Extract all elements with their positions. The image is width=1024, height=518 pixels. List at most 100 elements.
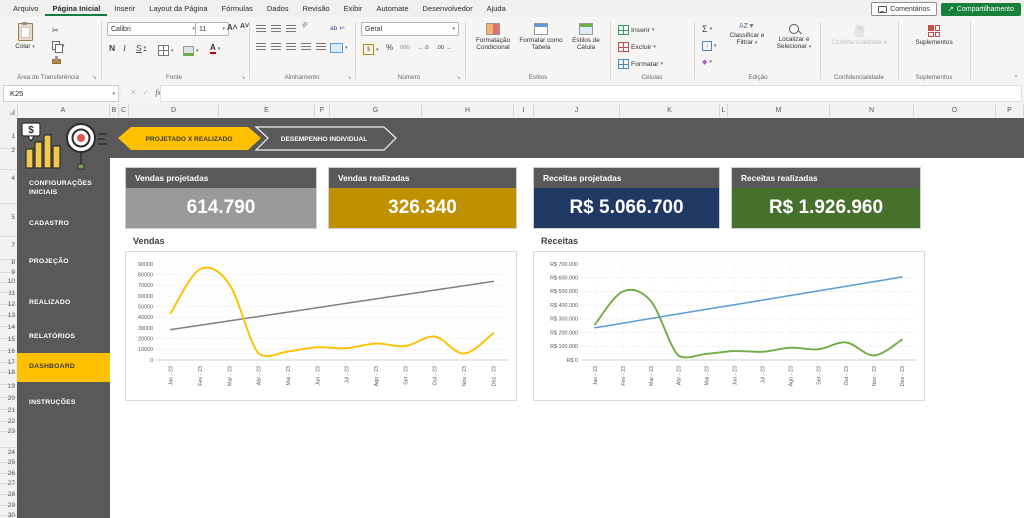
- menu-tab-revisão[interactable]: Revisão: [296, 2, 337, 16]
- menu-tab-página-inicial[interactable]: Página Inicial: [45, 2, 107, 16]
- row-header-10[interactable]: 10: [0, 278, 15, 285]
- row-header-11[interactable]: 11: [0, 290, 15, 297]
- menu-tab-exibir[interactable]: Exibir: [337, 2, 370, 16]
- sidebar-item-cadastro[interactable]: CADASTRO: [17, 217, 110, 231]
- row-header-8[interactable]: 8: [0, 259, 15, 266]
- cancel-formula-button[interactable]: ✕: [130, 88, 137, 97]
- font-name-select[interactable]: Calibri▾: [107, 22, 199, 36]
- column-header-D[interactable]: D: [129, 104, 219, 117]
- select-all-corner[interactable]: [0, 104, 18, 117]
- row-header-15[interactable]: 15: [0, 336, 15, 343]
- column-header-E[interactable]: E: [219, 104, 315, 117]
- addins-button[interactable]: Suplementos: [906, 25, 962, 46]
- conditional-formatting-button[interactable]: Formatação Condicional: [470, 23, 516, 52]
- comma-style-button[interactable]: 000: [400, 45, 410, 51]
- row-header-1[interactable]: 1: [0, 133, 15, 140]
- row-header-22[interactable]: 22: [0, 418, 15, 425]
- comments-button[interactable]: Comentários: [871, 2, 937, 16]
- increase-decimal-button[interactable]: ←.0: [418, 45, 429, 51]
- row-header-23[interactable]: 23: [0, 428, 15, 435]
- row-header-13[interactable]: 13: [0, 312, 15, 319]
- accounting-format-button[interactable]: $▾: [363, 44, 379, 55]
- number-dialog-launcher[interactable]: ↘: [456, 75, 461, 81]
- row-header-24[interactable]: 24: [0, 449, 15, 456]
- row-header-25[interactable]: 25: [0, 459, 15, 466]
- align-top-button[interactable]: [256, 25, 266, 32]
- row-header-12[interactable]: 12: [0, 301, 15, 308]
- cut-button[interactable]: ✂: [52, 26, 59, 35]
- copy-button[interactable]: ▾: [52, 41, 65, 50]
- increase-indent-button[interactable]: [316, 43, 326, 50]
- name-box[interactable]: K25▾: [3, 85, 119, 102]
- column-header-J[interactable]: J: [534, 104, 620, 117]
- sidebar-item-dashboard[interactable]: DASHBOARD: [17, 353, 110, 382]
- column-header-P[interactable]: P: [996, 104, 1024, 117]
- menu-tab-inserir[interactable]: Inserir: [107, 2, 142, 16]
- fill-button[interactable]: ↓▾: [702, 41, 717, 51]
- font-dialog-launcher[interactable]: ↘: [241, 75, 246, 81]
- row-header-2[interactable]: 2: [0, 147, 15, 154]
- align-bottom-button[interactable]: [286, 25, 296, 32]
- borders-button[interactable]: ▾: [158, 45, 174, 56]
- row-header-29[interactable]: 29: [0, 502, 15, 509]
- column-header-C[interactable]: C: [119, 104, 129, 117]
- menu-tab-dados[interactable]: Dados: [260, 2, 296, 16]
- number-format-select[interactable]: Geral▾: [361, 22, 459, 36]
- row-header-7[interactable]: 7: [0, 242, 15, 249]
- row-header-26[interactable]: 26: [0, 470, 15, 477]
- menu-tab-layout-da-página[interactable]: Layout da Página: [142, 2, 214, 16]
- clear-button[interactable]: ◆▾: [702, 58, 712, 66]
- row-header-20[interactable]: 20: [0, 395, 15, 402]
- align-middle-button[interactable]: [271, 25, 281, 32]
- column-header-H[interactable]: H: [422, 104, 514, 117]
- share-button[interactable]: ↗ Compartilhamento: [941, 3, 1021, 16]
- row-header-18[interactable]: 18: [0, 369, 15, 376]
- row-header-16[interactable]: 16: [0, 348, 15, 355]
- column-header-F[interactable]: F: [315, 104, 330, 117]
- row-header-27[interactable]: 27: [0, 480, 15, 487]
- wrap-text-button[interactable]: ab↩: [330, 24, 345, 32]
- find-select-button[interactable]: Localizar e Selecionar ▾: [772, 24, 816, 51]
- align-center-button[interactable]: [271, 43, 281, 50]
- orientation-button[interactable]: ab: [301, 21, 310, 30]
- align-left-button[interactable]: [256, 43, 266, 50]
- menu-tab-desenvolvedor[interactable]: Desenvolvedor: [416, 2, 480, 16]
- sidebar-item-instruções[interactable]: INSTRUÇÕES: [17, 396, 110, 410]
- menu-tab-arquivo[interactable]: Arquivo: [6, 2, 45, 16]
- row-header-19[interactable]: 19: [0, 383, 15, 390]
- paste-button[interactable]: Colar ▾: [8, 23, 42, 51]
- row-header-28[interactable]: 28: [0, 491, 15, 498]
- column-header-I[interactable]: I: [514, 104, 534, 117]
- row-header-30[interactable]: 30: [0, 512, 15, 518]
- alignment-dialog-launcher[interactable]: ↘: [347, 75, 352, 81]
- italic-button[interactable]: I: [123, 43, 126, 53]
- sidebar-item-realizado[interactable]: REALIZADO: [17, 296, 110, 310]
- column-header-K[interactable]: K: [620, 104, 720, 117]
- fill-color-button[interactable]: ▾: [183, 46, 199, 56]
- menu-tab-ajuda[interactable]: Ajuda: [480, 2, 513, 16]
- font-color-button[interactable]: A▾: [210, 44, 220, 54]
- enter-formula-button[interactable]: ✓: [143, 88, 150, 97]
- collapse-ribbon-chevron[interactable]: ⌄: [1013, 71, 1019, 79]
- sort-filter-button[interactable]: AZ▼ Classificar e Filtrar ▾: [724, 23, 770, 47]
- autosum-button[interactable]: Σ▾: [702, 24, 712, 34]
- row-header-14[interactable]: 14: [0, 324, 15, 331]
- menu-tab-fórmulas[interactable]: Fórmulas: [215, 2, 260, 16]
- delete-cells-button[interactable]: Excluir▾: [618, 42, 656, 52]
- formula-input[interactable]: [160, 85, 1022, 102]
- insert-cells-button[interactable]: Inserir▾: [618, 25, 654, 35]
- percent-style-button[interactable]: %: [386, 43, 393, 52]
- shrink-font-button[interactable]: A˅: [240, 23, 249, 30]
- font-size-select[interactable]: 11▾: [195, 22, 229, 36]
- row-header-17[interactable]: 17: [0, 359, 15, 366]
- column-header-O[interactable]: O: [914, 104, 996, 117]
- underline-button[interactable]: S▾: [136, 43, 146, 53]
- clipboard-dialog-launcher[interactable]: ↘: [92, 75, 97, 81]
- row-header-21[interactable]: 21: [0, 407, 15, 414]
- column-header-L[interactable]: L: [720, 104, 728, 117]
- merge-center-button[interactable]: ▾: [330, 43, 348, 53]
- decrease-indent-button[interactable]: [301, 43, 311, 50]
- column-header-A[interactable]: A: [17, 104, 110, 117]
- row-header-4[interactable]: 4: [0, 175, 15, 182]
- menu-tab-automate[interactable]: Automate: [369, 2, 415, 16]
